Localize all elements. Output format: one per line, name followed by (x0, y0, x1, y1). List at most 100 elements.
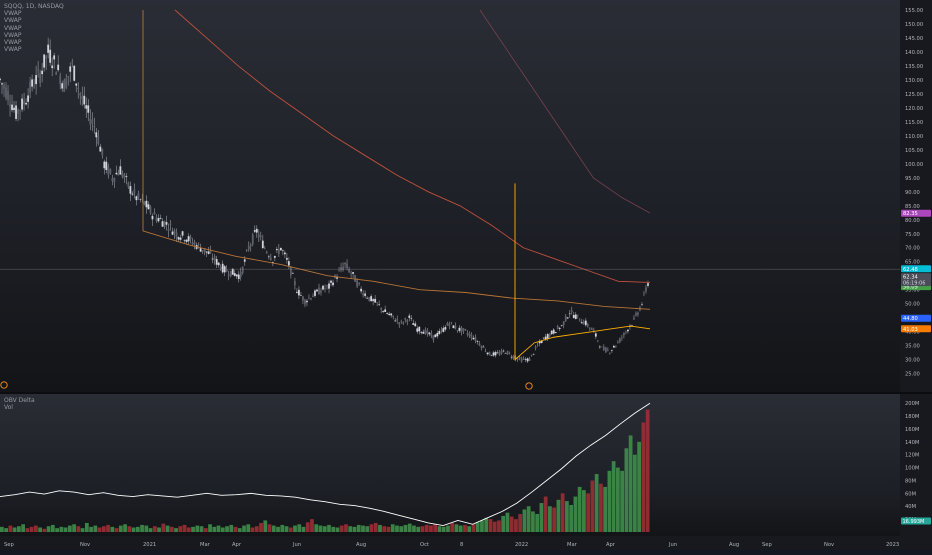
time-tick-label: Jun (292, 542, 301, 548)
candle-body (643, 293, 645, 294)
price-tick-label: 70.00 (905, 246, 920, 252)
indicator-vwap-6[interactable]: VWAP (4, 46, 64, 53)
price-label-tag: 82.35 (903, 211, 918, 217)
volume-bar (259, 522, 263, 532)
price-tick-label: 150.00 (905, 22, 923, 28)
candle-body (550, 330, 553, 335)
time-tick-label: Mar (567, 542, 578, 548)
time-axis[interactable]: Sep Nov 2021 Mar Apr Jun Aug Oct 8 2022 Mar Apr Jun A… (0, 536, 932, 550)
candle-body (498, 352, 501, 355)
volume-bar (424, 524, 429, 532)
oscillator-legend: OBV Delta Vol (4, 397, 35, 411)
volume-bar (84, 522, 89, 532)
candle-body (558, 327, 561, 329)
volume-bar (152, 526, 157, 532)
time-tick-label: Nov (80, 542, 90, 548)
symbol-title[interactable]: SQQQ, 1D, NASDAQ (4, 3, 64, 10)
candle-body (570, 310, 573, 312)
volume-bar (38, 527, 42, 532)
candle-body (568, 313, 571, 315)
candle-body (390, 313, 393, 316)
indicator-vwap-3[interactable]: VWAP (4, 25, 64, 32)
volume-bar (509, 516, 514, 532)
candle-body (279, 247, 282, 251)
volume-bar (344, 524, 348, 532)
volume-bar (484, 517, 489, 532)
candle-body (492, 352, 495, 356)
candle-body (336, 277, 338, 279)
oscillator-axis[interactable]: 200M180M160M140M120M100M80M60M40M20M16.9… (900, 394, 932, 536)
candle-body (101, 148, 104, 156)
osc-tick-label: 40M (905, 504, 916, 510)
candle-body (111, 178, 114, 182)
oscillator-title[interactable]: OBV Delta (4, 397, 35, 404)
candle-body (231, 268, 234, 275)
candle-body (151, 215, 154, 220)
volume-bar (395, 525, 399, 532)
obv-chart[interactable] (0, 394, 900, 536)
indicator-vwap-1[interactable]: VWAP (4, 10, 64, 17)
volume-bar (178, 526, 183, 532)
candle-body (506, 350, 509, 355)
candle-body (289, 266, 292, 276)
volume-bar (518, 513, 523, 532)
candle-body (486, 352, 489, 355)
volume-bar (212, 526, 217, 532)
volume-bar (318, 525, 323, 532)
price-chart[interactable] (0, 0, 900, 392)
candle-body (520, 358, 523, 362)
price-tick-label: 30.00 (905, 358, 920, 364)
volume-bar (276, 526, 280, 532)
candle-body (259, 235, 262, 237)
volume-bar (63, 527, 68, 532)
candle-body (438, 330, 441, 334)
volume-bar (106, 524, 110, 532)
event-marker-icon (525, 382, 533, 390)
volume-bar (101, 526, 106, 532)
price-axis-labels: 155.00 150.00 145.00 140.00 135.00 130.00 125.… (901, 8, 931, 378)
candle-body (532, 353, 535, 355)
candle-body (502, 350, 505, 352)
price-axis[interactable]: 155.00 150.00 145.00 140.00 135.00 130.00 125.… (900, 0, 932, 392)
candle-body (125, 176, 128, 177)
candle-body (191, 242, 194, 245)
volume-bar (637, 441, 642, 532)
volume-bar (0, 526, 4, 532)
candle-body (25, 102, 27, 105)
candle-body (7, 90, 9, 100)
candle-body (173, 230, 176, 234)
volume-bar (16, 526, 21, 532)
candle-body (376, 302, 379, 303)
candle-body (454, 325, 457, 329)
time-tick-label: 2022 (515, 542, 528, 548)
candle-body (119, 166, 122, 175)
volume-bar (254, 526, 259, 532)
candle-body (598, 346, 601, 348)
volume-bar (8, 525, 13, 532)
candle-body (508, 352, 511, 354)
candle-body (21, 98, 23, 110)
candle-body (165, 222, 168, 225)
indicator-vwap-2[interactable]: VWAP (4, 17, 64, 24)
price-tick-label: 65.00 (905, 260, 920, 266)
candle-body (446, 323, 449, 326)
volume-bar (539, 503, 544, 532)
candle-body (316, 289, 318, 292)
price-pane[interactable] (0, 0, 900, 392)
volume-bar (611, 461, 616, 532)
candle-body (641, 304, 643, 306)
volume-bar (169, 526, 174, 532)
candle-body (147, 204, 150, 210)
indicator-vwap-5[interactable]: VWAP (4, 39, 64, 46)
oscillator-subtitle[interactable]: Vol (4, 404, 35, 411)
candle-body (614, 345, 617, 347)
indicator-vwap-4[interactable]: VWAP (4, 32, 64, 39)
candle-body (215, 259, 218, 265)
volume-bar (633, 454, 637, 532)
osc-tick-label: 80M (905, 478, 916, 484)
volume-bar (127, 526, 132, 532)
candle-body (554, 331, 557, 334)
volume-bar (577, 486, 582, 532)
oscillator-pane[interactable] (0, 394, 900, 536)
price-tick-label: 50.00 (905, 302, 920, 308)
